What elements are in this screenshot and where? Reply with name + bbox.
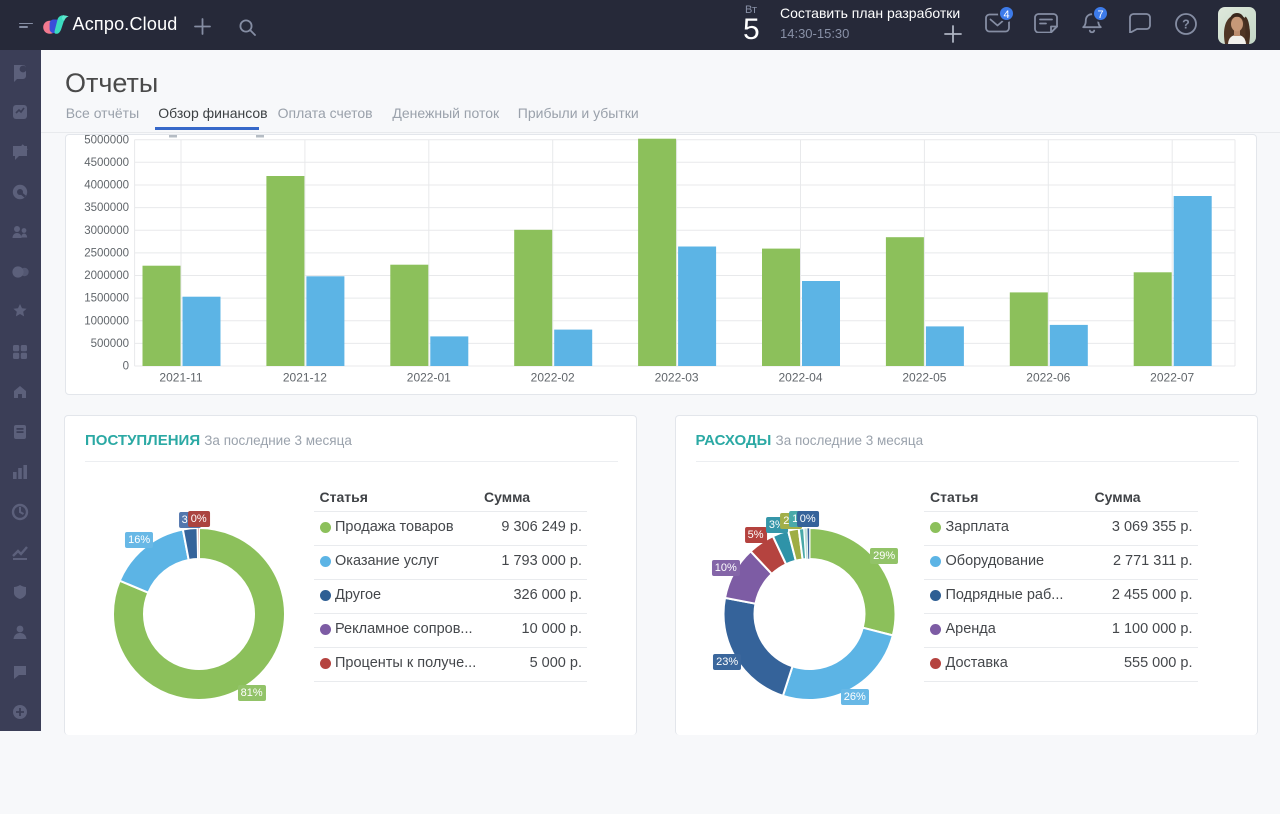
svg-text:?: ? <box>1182 18 1190 32</box>
svg-text:2022-05: 2022-05 <box>902 371 946 385</box>
svg-text:4500000: 4500000 <box>84 157 129 169</box>
svg-text:2000000: 2000000 <box>84 270 129 282</box>
svg-text:3500000: 3500000 <box>84 202 129 214</box>
svg-text:5000000: 5000000 <box>84 135 129 146</box>
svg-text:3000000: 3000000 <box>84 225 129 237</box>
svg-text:2500000: 2500000 <box>84 248 129 260</box>
svg-text:2022-02: 2022-02 <box>531 371 575 385</box>
svg-text:2021-11: 2021-11 <box>159 371 202 385</box>
svg-text:2021-12: 2021-12 <box>283 371 327 385</box>
svg-text:2022-06: 2022-06 <box>1026 371 1070 385</box>
svg-text:2022-01: 2022-01 <box>407 371 451 385</box>
svg-text:2022-04: 2022-04 <box>778 371 822 385</box>
svg-text:500000: 500000 <box>91 338 129 350</box>
svg-text:2022-03: 2022-03 <box>655 371 699 385</box>
svg-text:2022-07: 2022-07 <box>1150 371 1194 385</box>
svg-text:1000000: 1000000 <box>84 315 129 327</box>
svg-text:4000000: 4000000 <box>84 180 129 192</box>
svg-text:0: 0 <box>123 361 129 373</box>
svg-text:1500000: 1500000 <box>84 293 129 305</box>
